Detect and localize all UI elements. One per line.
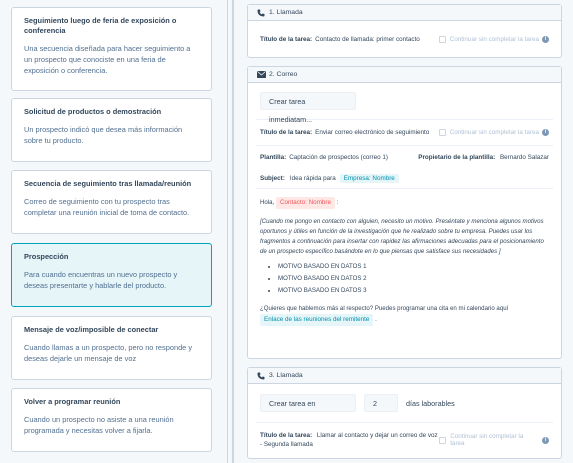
template-desc: Para cuando encuentras un nuevo prospect… [24, 270, 178, 290]
list-item: MOTIVO BASADO EN DATOS 2 [278, 274, 549, 284]
template-title: Volver a programar reunión [24, 397, 121, 406]
create-task-select[interactable]: Crear tarea inmediatam... [260, 92, 356, 124]
sequence-steps: 1. Llamada Título de la tarea: Contacto … [238, 0, 573, 463]
subject-token: Empresa: Nombre [339, 173, 399, 183]
template-desc: Una secuencia diseñada para hacer seguim… [24, 44, 191, 75]
template-desc: Un prospecto indicó que desea más inform… [24, 125, 183, 145]
closing-text: ¿Quieres que hablemos más al respecto? P… [260, 305, 509, 312]
template-card-prospeccion[interactable]: Prospección Para cuando encuentras un nu… [11, 243, 212, 307]
task-group: Título de la tarea: Llamar al contacto y… [260, 431, 439, 449]
step-title: 2. Correo [269, 71, 298, 78]
info-icon[interactable]: i [542, 129, 549, 136]
create-task-row: Crear tarea inmediatam... [248, 83, 561, 124]
continue-label: Continuar sin completar la tarea [450, 433, 524, 447]
list-item: MOTIVO BASADO EN DATOS 1 [278, 262, 549, 272]
owner-value: Bernardo Salazar [499, 153, 549, 161]
greeting: Hola, [260, 199, 275, 206]
step-1-call: 1. Llamada Título de la tarea: Contacto … [247, 4, 562, 58]
step-title: 1. Llamada [269, 9, 303, 16]
closing-line: ¿Quieres que hablemos más al respecto? P… [260, 304, 549, 326]
greeting-end: : [336, 199, 339, 206]
continue-checkbox[interactable]: Continuar sin completar la tarea i [439, 433, 549, 447]
template-title: Mensaje de voz/imposible de conectar [24, 325, 159, 334]
owner-group: Propietario de la plantilla: Bernardo Sa… [418, 154, 549, 161]
phone-icon [256, 8, 266, 18]
continue-checkbox[interactable]: Continuar sin completar la tarea i [438, 36, 549, 43]
template-desc: Correo de seguimiento con tu prospecto t… [24, 197, 190, 217]
template-card-demo[interactable]: Solicitud de productos o demostración Un… [11, 98, 212, 162]
task-row: Título de la tarea: Llamar al contacto y… [248, 423, 561, 457]
phone-icon [256, 371, 266, 381]
template-desc: Cuando un prospecto no asiste a una reun… [24, 415, 174, 435]
step-2-email: 2. Correo Crear tarea inmediatam... Títu… [247, 66, 562, 359]
divider [232, 0, 234, 463]
closing-end: . [375, 316, 377, 323]
template-card-feria[interactable]: Seguimiento luego de feria de exposición… [11, 7, 212, 91]
info-icon[interactable]: i [542, 36, 549, 43]
create-task-row: Crear tarea en 2 días laborables [248, 384, 561, 422]
checkbox[interactable] [438, 36, 446, 43]
meeting-link-token: Enlace de las reuniones del remitente [260, 314, 374, 326]
template-desc: Cuando llamas a un prospecto, pero no re… [24, 343, 193, 363]
body-paragraph: [Cuando me pongo en contacto con alguien… [260, 218, 544, 255]
divider [256, 188, 553, 189]
continue-label: Continuar sin completar la tarea [449, 36, 539, 43]
template-row: Plantilla: Captación de prospectos (corr… [248, 146, 561, 168]
continue-label: Continuar sin completar la tarea [449, 129, 539, 136]
template-value: Captación de prospectos (correo 1) [289, 153, 388, 161]
template-card-reprogramar[interactable]: Volver a programar reunión Cuando un pro… [11, 388, 212, 452]
subject-row: Subject: Idea rápida para Empresa: Nombr… [248, 168, 561, 188]
template-title: Prospección [24, 252, 69, 261]
days-label: días laborables [406, 398, 455, 408]
email-body: Hola, Contacto: Nombre : [Cuando me pong… [248, 197, 561, 326]
step-header: 1. Llamada [248, 5, 561, 21]
template-title: Seguimiento luego de feria de exposición… [24, 16, 177, 35]
email-icon [256, 70, 266, 80]
template-list: Seguimiento luego de feria de exposición… [0, 0, 228, 463]
days-input[interactable]: 2 [364, 394, 398, 412]
subject-label: Subject: [260, 174, 285, 182]
create-task-select[interactable]: Crear tarea en [260, 394, 356, 412]
greeting-token: Contacto: Nombre [275, 197, 336, 209]
template-card-seguimiento[interactable]: Secuencia de seguimiento tras llamada/re… [11, 170, 212, 234]
task-row: Título de la tarea: Contacto de llamada:… [248, 21, 561, 58]
subject-value: Idea rápida para [289, 174, 336, 182]
template-title: Solicitud de productos o demostración [24, 107, 162, 116]
checkbox[interactable] [439, 436, 447, 444]
task-label: Título de la tarea: [260, 129, 313, 136]
bullet-list: MOTIVO BASADO EN DATOS 1 MOTIVO BASADO E… [278, 262, 549, 296]
step-header: 3. Llamada [248, 368, 561, 384]
list-item: MOTIVO BASADO EN DATOS 3 [278, 286, 549, 296]
template-label: Plantilla: [260, 153, 287, 161]
greeting-line: Hola, Contacto: Nombre : [260, 197, 549, 209]
template-title: Secuencia de seguimiento tras llamada/re… [24, 179, 192, 188]
info-icon[interactable]: i [542, 436, 549, 444]
checkbox[interactable] [438, 129, 446, 136]
owner-label: Propietario de la plantilla: [418, 153, 496, 161]
continue-checkbox[interactable]: Continuar sin completar la tarea i [438, 129, 549, 136]
template-card-mensaje-voz[interactable]: Mensaje de voz/imposible de conectar Cua… [11, 316, 212, 380]
step-title: 3. Llamada [269, 372, 303, 379]
task-label: Título de la tarea: [260, 36, 313, 43]
task-label: Título de la tarea: [260, 432, 313, 439]
task-value: Contacto de llamada: primer contacto [315, 36, 420, 43]
task-value: Enviar correo electrónico de seguimiento [315, 129, 430, 136]
step-header: 2. Correo [248, 67, 561, 83]
step-3-call: 3. Llamada Crear tarea en 2 días laborab… [247, 367, 562, 459]
